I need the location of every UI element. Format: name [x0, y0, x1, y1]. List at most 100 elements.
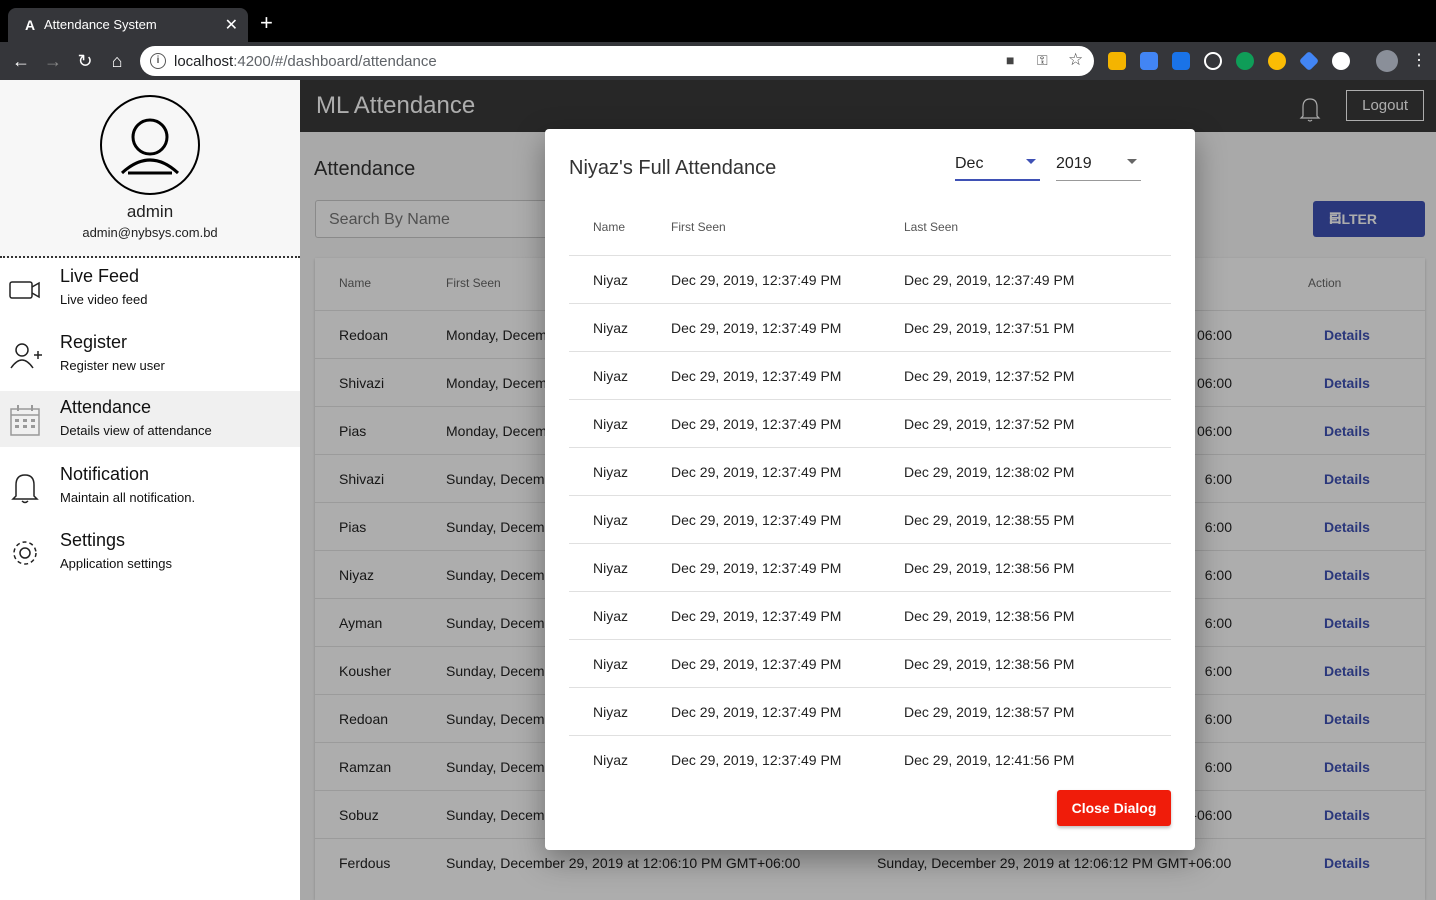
dialog-table-row: Niyaz Dec 29, 2019, 12:37:49 PM Dec 29, 20… — [569, 592, 1171, 640]
cell-last-seen: Dec 29, 2019, 12:37:49 PM — [904, 272, 1075, 288]
dialog-table-row: Niyaz Dec 29, 2019, 12:37:49 PM Dec 29, 20… — [569, 448, 1171, 496]
dialog-table-row: Niyaz Dec 29, 2019, 12:37:49 PM Dec 29, 20… — [569, 736, 1171, 784]
cell-first-seen: Dec 29, 2019, 12:37:49 PM — [671, 368, 842, 384]
cell-name: Niyaz — [593, 416, 629, 432]
sidebar-item-register[interactable]: Register Register new user — [0, 326, 300, 382]
browser-tab[interactable]: A Attendance System ✕ — [8, 8, 248, 42]
tab-title: Attendance System — [44, 17, 157, 32]
chevron-down-icon — [1127, 159, 1137, 164]
dialog-table-row: Niyaz Dec 29, 2019, 12:37:49 PM Dec 29, 20… — [569, 640, 1171, 688]
month-select[interactable]: Dec — [955, 153, 1040, 181]
dialog-table-row: Niyaz Dec 29, 2019, 12:37:49 PM Dec 29, 20… — [569, 400, 1171, 448]
sidebar-item-title: Notification — [60, 464, 150, 484]
sidebar-item-settings[interactable]: Settings Application settings — [0, 524, 300, 580]
new-tab-button[interactable]: + — [260, 12, 273, 34]
user-email: admin@nybsys.com.bd — [82, 225, 218, 240]
sidebar-item-subtitle: Application settings — [60, 556, 173, 571]
cell-last-seen: Dec 29, 2019, 12:37:52 PM — [904, 368, 1075, 384]
cell-last-seen: Dec 29, 2019, 12:38:55 PM — [904, 512, 1075, 528]
user-name: admin — [126, 202, 174, 221]
cell-name: Niyaz — [593, 704, 629, 720]
cell-name: Niyaz — [593, 272, 629, 288]
cell-name: Niyaz — [593, 560, 629, 576]
cell-last-seen: Dec 29, 2019, 12:37:52 PM — [904, 416, 1075, 432]
cell-first-seen: Dec 29, 2019, 12:37:49 PM — [671, 608, 842, 624]
address-bar[interactable]: i localhost:4200/#/dashboard/attendance … — [140, 46, 1094, 76]
dialog-title: Niyaz's Full Attendance — [569, 157, 777, 179]
react-extension-icon[interactable] — [1204, 52, 1222, 70]
extension-icon[interactable] — [1108, 52, 1126, 70]
cell-last-seen: Dec 29, 2019, 12:37:51 PM — [904, 320, 1075, 336]
sidebar-item-subtitle: Details view of attendance — [60, 423, 212, 438]
cell-last-seen: Dec 29, 2019, 12:38:56 PM — [904, 560, 1075, 576]
profile-avatar-icon[interactable] — [1376, 50, 1398, 72]
gear-icon — [13, 541, 37, 565]
camera-icon[interactable]: ■ — [1006, 52, 1014, 68]
cell-first-seen: Dec 29, 2019, 12:37:49 PM — [671, 512, 842, 528]
extension-icon[interactable] — [1332, 52, 1350, 70]
back-arrow-icon[interactable]: ← — [10, 50, 32, 72]
cell-first-seen: Dec 29, 2019, 12:37:49 PM — [671, 560, 842, 576]
dialog-column-header-last-seen: Last Seen — [904, 220, 959, 234]
browser-toolbar: ← → ↻ ⌂ i localhost:4200/#/dashboard/att… — [0, 42, 1436, 80]
sidebar-item-title: Settings — [60, 530, 126, 550]
cell-last-seen: Dec 29, 2019, 12:38:56 PM — [904, 656, 1075, 672]
cell-name: Niyaz — [593, 368, 629, 384]
cell-name: Niyaz — [593, 512, 629, 528]
dialog-column-header-name: Name — [593, 220, 626, 234]
browser-tabbar: A Attendance System ✕ + — [0, 0, 1436, 42]
cell-last-seen: Dec 29, 2019, 12:38:56 PM — [904, 608, 1075, 624]
year-select[interactable]: 2019 — [1056, 153, 1141, 181]
translate-extension-icon[interactable] — [1140, 52, 1158, 70]
sidebar-item-subtitle: Live video feed — [60, 292, 148, 307]
menu-kebab-icon[interactable]: ⋮ — [1408, 50, 1430, 72]
cell-last-seen: Dec 29, 2019, 12:38:57 PM — [904, 704, 1075, 720]
key-icon[interactable]: ⚿ — [1037, 52, 1048, 69]
extension-icon[interactable] — [1236, 52, 1254, 70]
dialog-table-row: Niyaz Dec 29, 2019, 12:37:49 PM Dec 29, 20… — [569, 496, 1171, 544]
bell-icon — [11, 474, 39, 504]
calendar-icon — [10, 405, 40, 436]
dialog-table-row: Niyaz Dec 29, 2019, 12:37:49 PM Dec 29, 20… — [569, 688, 1171, 736]
cell-first-seen: Dec 29, 2019, 12:37:49 PM — [671, 752, 842, 768]
extension-icon[interactable] — [1172, 52, 1190, 70]
extension-icon[interactable] — [1268, 52, 1286, 70]
cell-first-seen: Dec 29, 2019, 12:37:49 PM — [671, 416, 842, 432]
sidebar-item-subtitle: Register new user — [60, 358, 165, 373]
cell-name: Niyaz — [593, 656, 629, 672]
add-user-icon — [10, 343, 42, 369]
cell-first-seen: Dec 29, 2019, 12:37:49 PM — [671, 272, 842, 288]
cell-name: Niyaz — [593, 464, 629, 480]
url-text: localhost:4200/#/dashboard/attendance — [174, 53, 437, 70]
site-info-icon[interactable]: i — [150, 53, 166, 69]
sidebar: admin admin@nybsys.com.bd Live Feed Live… — [0, 80, 300, 900]
sidebar-item-title: Register — [60, 332, 128, 352]
star-icon[interactable]: ☆ — [1068, 50, 1083, 70]
cell-last-seen: Dec 29, 2019, 12:38:02 PM — [904, 464, 1075, 480]
dialog-table-row: Niyaz Dec 29, 2019, 12:37:49 PM Dec 29, 20… — [569, 256, 1171, 304]
dialog-table-row: Niyaz Dec 29, 2019, 12:37:49 PM Dec 29, 20… — [569, 352, 1171, 400]
cell-first-seen: Dec 29, 2019, 12:37:49 PM — [671, 656, 842, 672]
sidebar-item-subtitle: Maintain all notification. — [60, 490, 196, 505]
sidebar-item-attendance[interactable]: Attendance Details view of attendance — [0, 391, 300, 447]
cell-first-seen: Dec 29, 2019, 12:37:49 PM — [671, 320, 842, 336]
attendance-dialog: Niyaz's Full Attendance Dec 2019 Name Fi… — [545, 129, 1195, 850]
tab-close-icon[interactable]: ✕ — [225, 15, 238, 35]
extension-icon[interactable] — [1298, 50, 1320, 72]
cell-first-seen: Dec 29, 2019, 12:37:49 PM — [671, 464, 842, 480]
forward-arrow-icon[interactable]: → — [42, 50, 64, 72]
sidebar-item-live-feed[interactable]: Live Feed Live video feed — [0, 260, 300, 316]
dialog-table-row: Niyaz Dec 29, 2019, 12:37:49 PM Dec 29, 20… — [569, 304, 1171, 352]
reload-icon[interactable]: ↻ — [74, 50, 96, 72]
cell-name: Niyaz — [593, 608, 629, 624]
dialog-table-row: Niyaz Dec 29, 2019, 12:37:49 PM Dec 29, 20… — [569, 544, 1171, 592]
angular-logo-icon: A — [24, 17, 36, 33]
chevron-down-icon — [1026, 159, 1036, 164]
month-value: Dec — [955, 155, 984, 172]
close-dialog-button[interactable]: Close Dialog — [1057, 790, 1171, 826]
cell-name: Niyaz — [593, 320, 629, 336]
cell-name: Niyaz — [593, 752, 629, 768]
sidebar-item-title: Live Feed — [60, 266, 140, 286]
home-icon[interactable]: ⌂ — [106, 50, 128, 72]
sidebar-item-notification[interactable]: Notification Maintain all notification. — [0, 458, 300, 514]
